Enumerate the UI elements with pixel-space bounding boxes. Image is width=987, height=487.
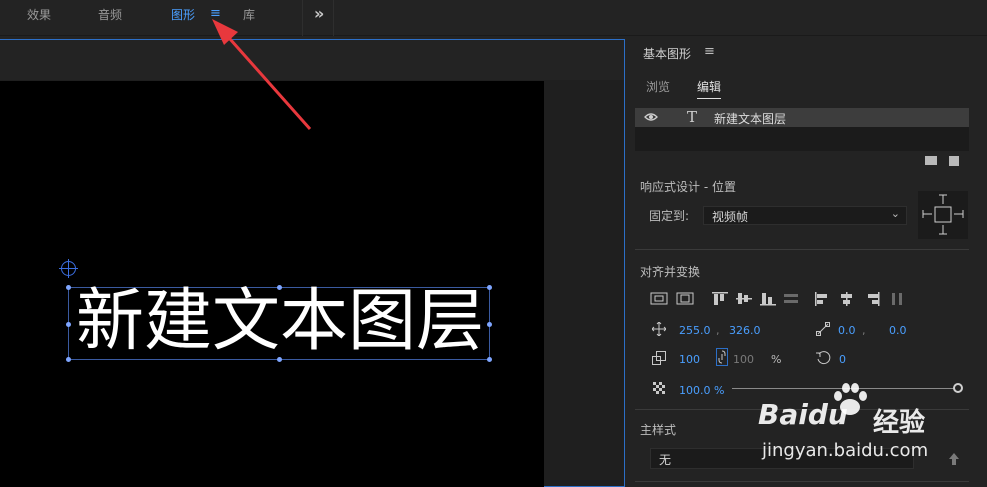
chevron-down-icon: ⌄ <box>890 207 900 220</box>
anchor-y-value[interactable]: 0.0 <box>889 324 907 337</box>
tab-edit[interactable]: 编辑 <box>697 78 722 99</box>
align-middle-icon <box>736 293 752 304</box>
separator: , <box>862 324 866 337</box>
resize-handle[interactable] <box>66 357 71 362</box>
video-frame[interactable]: 新建文本图层 <box>0 81 544 487</box>
anchor-point-icon <box>816 322 830 336</box>
panel-title: 基本图形 <box>643 47 692 61</box>
position-icon <box>652 322 666 336</box>
align-right-icon <box>868 292 880 306</box>
align-horizontal-center-icon <box>676 292 694 305</box>
resize-handle[interactable] <box>487 285 492 290</box>
new-layer-icon[interactable] <box>949 156 959 166</box>
rotation-value[interactable]: 0 <box>839 353 846 366</box>
divider <box>333 0 334 36</box>
master-style-title: 主样式 <box>640 423 677 437</box>
scale-value[interactable]: 100 <box>679 353 700 366</box>
master-style-select[interactable]: 无 <box>650 448 914 469</box>
link-scale-icon[interactable] <box>716 348 728 366</box>
align-left-icon <box>815 292 827 306</box>
tab-graphics[interactable]: 图形 <box>171 6 195 23</box>
layer-name[interactable]: 新建文本图层 <box>714 110 786 127</box>
resize-handle[interactable] <box>487 322 492 327</box>
align-top-icon <box>712 292 728 305</box>
resize-handle[interactable] <box>66 285 71 290</box>
essential-graphics-panel: 基本图形 ≡ 浏览 编辑 T 新建文本图层 响应式设计 - 位置 固定到: 视频… <box>628 36 987 487</box>
distribute-vertical-icon <box>784 294 798 303</box>
divider <box>302 0 303 36</box>
align-toolbar <box>650 292 902 306</box>
tab-browse[interactable]: 浏览 <box>646 78 670 95</box>
resize-handle[interactable] <box>277 285 282 290</box>
app-window: 效果 音频 图形 ≡ 库 » 新建文本图层 基本图形 ≡ 浏览 编辑 T 新建文… <box>0 0 987 487</box>
position-x-value[interactable]: 255.0 <box>679 324 711 337</box>
new-group-folder-icon[interactable] <box>925 156 937 165</box>
text-layer-content[interactable]: 新建文本图层 <box>69 282 491 362</box>
upload-style-icon[interactable] <box>948 452 960 466</box>
more-workspaces-icon[interactable]: » <box>314 4 324 23</box>
scale-unit: % <box>771 353 782 366</box>
distribute-horizontal-icon <box>892 293 902 305</box>
monitor-header <box>0 40 624 80</box>
tab-effects[interactable]: 效果 <box>27 6 51 23</box>
resize-handle[interactable] <box>66 322 71 327</box>
position-y-value[interactable]: 326.0 <box>729 324 761 337</box>
layer-list: T 新建文本图层 <box>635 108 969 151</box>
pin-to-select[interactable]: 视频帧 ⌄ <box>703 206 907 225</box>
divider <box>635 481 969 482</box>
opacity-icon <box>653 382 665 394</box>
opacity-slider-handle[interactable] <box>953 383 963 393</box>
scale-icon <box>652 351 666 365</box>
workspace-menu-icon[interactable]: ≡ <box>210 6 221 21</box>
resize-handle[interactable] <box>487 357 492 362</box>
align-transform-title: 对齐并变换 <box>640 265 701 279</box>
workspace-bar: 效果 音频 图形 ≡ 库 » <box>0 0 987 36</box>
align-center-icon <box>841 292 852 306</box>
layer-row[interactable]: T 新建文本图层 <box>635 108 969 127</box>
divider <box>635 249 969 250</box>
eye-icon[interactable] <box>644 112 658 122</box>
pin-edges-widget[interactable] <box>918 191 968 239</box>
program-monitor: 新建文本图层 <box>0 39 625 487</box>
divider <box>635 409 969 410</box>
scale-linked-value: 100 <box>733 353 754 366</box>
anchor-point-icon[interactable] <box>59 259 78 278</box>
pin-to-label: 固定到: <box>649 209 690 223</box>
master-style-value: 无 <box>659 453 672 467</box>
tab-audio[interactable]: 音频 <box>98 6 122 23</box>
tab-libraries[interactable]: 库 <box>243 6 255 23</box>
anchor-x-value[interactable]: 0.0 <box>838 324 856 337</box>
align-vertical-center-icon <box>650 292 668 305</box>
pin-edges-icon <box>922 194 964 235</box>
opacity-slider-track[interactable] <box>732 388 958 389</box>
text-layer-bounding-box[interactable]: 新建文本图层 <box>66 282 492 362</box>
rotation-icon <box>816 351 831 365</box>
pin-to-value: 视频帧 <box>712 210 749 224</box>
align-bottom-icon <box>760 293 776 306</box>
opacity-value[interactable]: 100.0 % <box>679 384 724 397</box>
resize-handle[interactable] <box>277 357 282 362</box>
responsive-design-title: 响应式设计 - 位置 <box>640 180 736 194</box>
panel-menu-icon[interactable]: ≡ <box>704 44 715 59</box>
text-type-icon: T <box>687 108 698 126</box>
separator: , <box>716 324 720 337</box>
